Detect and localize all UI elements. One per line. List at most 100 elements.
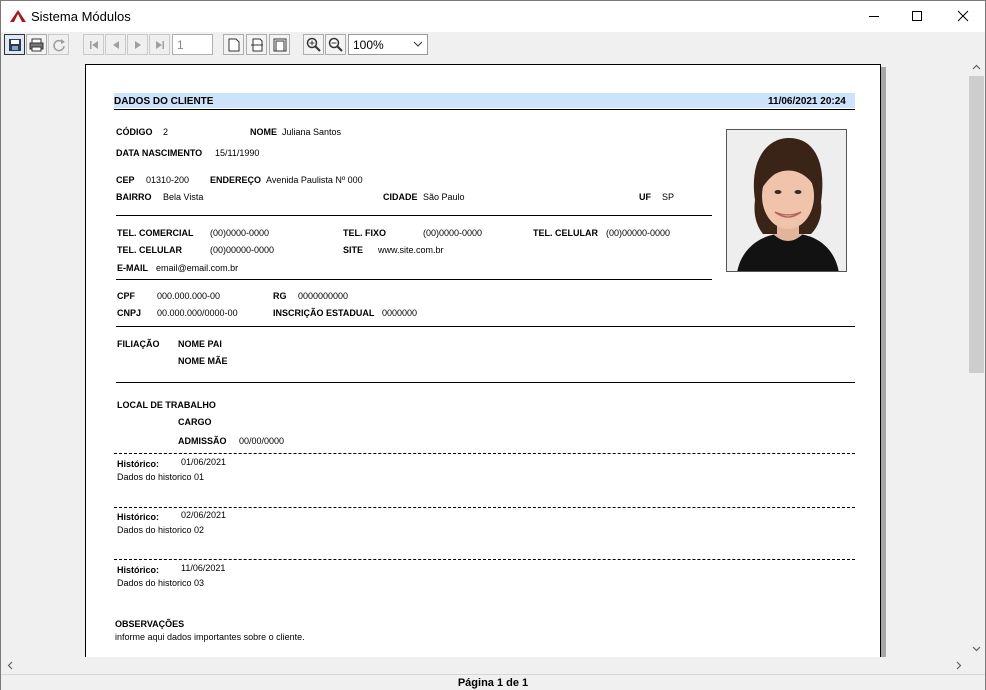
page-width-icon [250, 38, 263, 51]
page-width-button[interactable] [246, 34, 267, 55]
divider-contacts [116, 279, 712, 280]
scroll-left-icon[interactable] [6, 661, 15, 670]
report-viewport[interactable]: DADOS DO CLIENTE 11/06/2021 20:24 CÓDIGO… [1, 59, 968, 657]
inscricao-estadual-label: INSCRIÇÃO ESTADUAL [273, 308, 375, 318]
admissao-label: ADMISSÃO [178, 436, 227, 446]
report-datetime: 11/06/2021 20:24 [768, 96, 846, 107]
horizontal-scrollbar[interactable] [1, 657, 968, 674]
first-page-button[interactable] [83, 34, 104, 55]
tel-comercial-label: TEL. COMERCIAL [117, 228, 194, 238]
header-divider [114, 109, 855, 110]
app-logo-icon [10, 10, 26, 22]
divider-filiacao [116, 382, 855, 383]
last-page-icon [155, 40, 164, 49]
print-button[interactable] [26, 34, 47, 55]
scrollbar-corner [968, 657, 985, 674]
tel-celular-value-2: (00)00000-0000 [210, 245, 275, 255]
single-page-icon [228, 38, 239, 51]
historico-date: 11/06/2021 [181, 563, 226, 573]
first-page-icon [89, 40, 98, 49]
zoom-value: 100% [353, 38, 384, 52]
title-bar[interactable]: Sistema Módulos [1, 1, 985, 32]
header-band [114, 93, 855, 108]
zoom-out-button[interactable] [325, 34, 346, 55]
bairro-label: BAIRRO [116, 192, 152, 202]
nascimento-value: 15/11/1990 [215, 148, 260, 158]
site-label: SITE [343, 245, 364, 255]
zoom-in-icon [306, 37, 321, 52]
tel-fixo-label: TEL. FIXO [343, 228, 387, 238]
uf-value: SP [662, 192, 675, 202]
scroll-up-icon[interactable] [972, 63, 981, 72]
uf-label: UF [639, 192, 651, 202]
codigo-value: 2 [163, 127, 169, 137]
divider-documents [116, 326, 855, 327]
zoom-in-button[interactable] [303, 34, 324, 55]
nome-pai-label: NOME PAI [178, 339, 222, 349]
nome-value: Juliana Santos [282, 127, 342, 137]
nome-mae-label: NOME MÃE [178, 356, 228, 366]
cidade-label: CIDADE [383, 192, 418, 202]
observacoes-text: informe aqui dados importantes sobre o c… [115, 632, 305, 642]
endereco-value: Avenida Paulista Nº 000 [266, 175, 363, 185]
maximize-button[interactable] [894, 1, 940, 31]
close-icon [957, 10, 969, 22]
next-page-button[interactable] [127, 34, 148, 55]
tel-celular-value-1: (00)00000-0000 [606, 228, 671, 238]
historico-label: Histórico: [117, 565, 160, 575]
report-page: DADOS DO CLIENTE 11/06/2021 20:24 CÓDIGO… [85, 64, 881, 657]
preview-toolbar: 1 100% [1, 32, 985, 59]
cnpj-label: CNPJ [117, 308, 142, 318]
save-button[interactable] [4, 34, 25, 55]
codigo-label: CÓDIGO [116, 127, 153, 137]
filiacao-label: FILIAÇÃO [117, 339, 160, 349]
bairro-value: Bela Vista [163, 192, 204, 202]
historico-label: Histórico: [117, 459, 160, 469]
refresh-icon [52, 38, 65, 51]
whole-page-button[interactable] [269, 34, 290, 55]
historico-text: Dados do historico 03 [117, 578, 205, 588]
rg-label: RG [273, 291, 287, 301]
divider-historico-3 [114, 559, 855, 560]
historico-label: Histórico: [117, 512, 160, 522]
scroll-right-icon[interactable] [954, 661, 963, 670]
close-button[interactable] [940, 1, 986, 31]
site-value: www.site.com.br [378, 245, 444, 255]
chevron-down-icon [413, 41, 423, 47]
endereco-label: ENDEREÇO [210, 175, 262, 185]
app-window: Sistema Módulos 1 100% DADOS DO CLIENTE … [0, 0, 986, 690]
email-value: email@email.com.br [156, 263, 239, 273]
vertical-scrollbar[interactable] [968, 59, 985, 657]
zoom-out-icon [328, 37, 343, 52]
inscricao-estadual-value: 0000000 [382, 308, 418, 318]
historico-text: Dados do historico 02 [117, 525, 205, 535]
cep-label: CEP [116, 175, 135, 185]
tel-comercial-value: (00)0000-0000 [210, 228, 270, 238]
historico-text: Dados do historico 01 [117, 472, 205, 482]
scroll-down-icon[interactable] [972, 644, 981, 653]
minimize-icon [869, 16, 879, 17]
local-trabalho-label: LOCAL DE TRABALHO [117, 400, 216, 410]
tel-fixo-value: (00)0000-0000 [423, 228, 483, 238]
rg-value: 0000000000 [298, 291, 349, 301]
previous-page-icon [112, 40, 119, 49]
cnpj-value: 00.000.000/0000-00 [157, 308, 238, 318]
page-number-input[interactable]: 1 [172, 34, 213, 55]
page-info: Página 1 de 1 [457, 677, 529, 689]
minimize-button[interactable] [851, 1, 897, 31]
single-page-button[interactable] [223, 34, 244, 55]
refresh-button[interactable] [48, 34, 69, 55]
next-page-icon [134, 40, 141, 49]
divider-historico-1 [114, 453, 855, 454]
observacoes-label: OBSERVAÇÕES [115, 619, 185, 629]
vertical-scroll-thumb[interactable] [969, 76, 984, 373]
last-page-button[interactable] [149, 34, 170, 55]
zoom-select[interactable]: 100% [348, 34, 428, 55]
cpf-value: 000.000.000-00 [157, 291, 221, 301]
cpf-label: CPF [117, 291, 135, 301]
previous-page-button[interactable] [105, 34, 126, 55]
window-title: Sistema Módulos [31, 9, 131, 24]
cep-value: 01310-200 [146, 175, 190, 185]
client-photo [726, 129, 847, 272]
cargo-label: CARGO [178, 417, 212, 427]
